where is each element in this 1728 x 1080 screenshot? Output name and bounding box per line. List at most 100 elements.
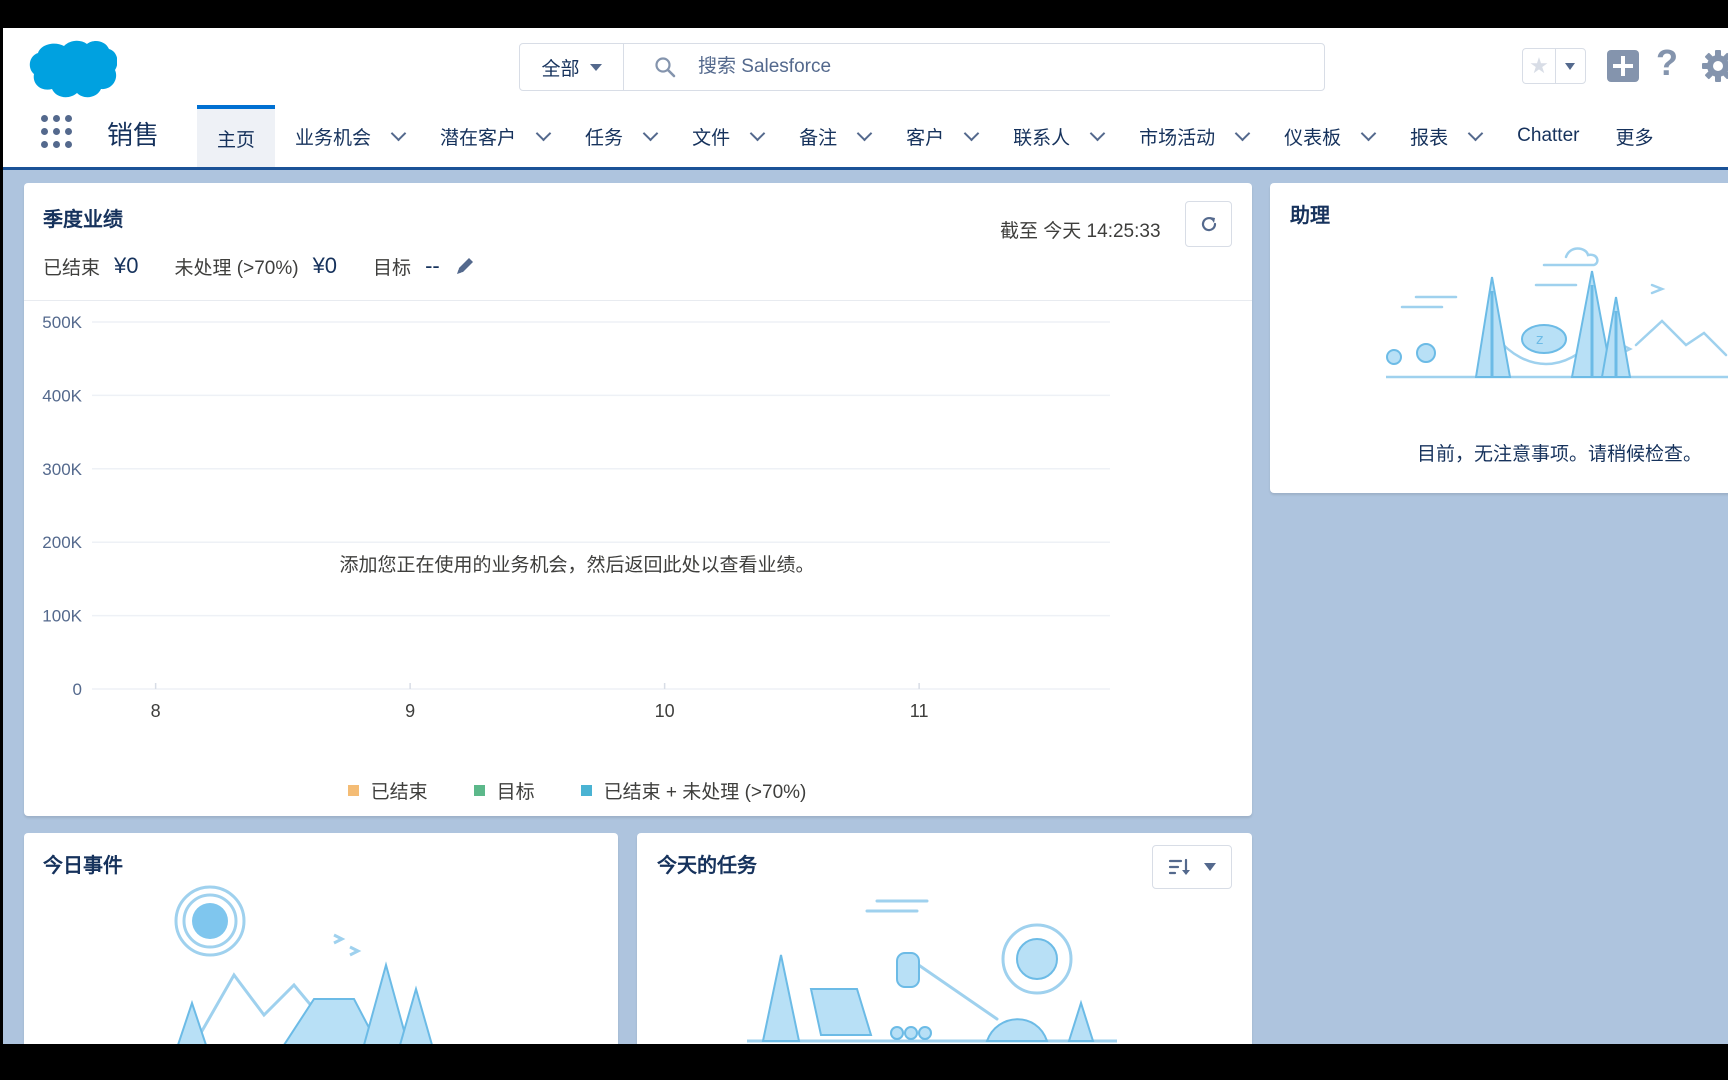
star-icon[interactable]: ★ — [1523, 49, 1556, 83]
hammock-illustration: z — [1386, 247, 1728, 379]
nav-tab[interactable]: 任务 — [565, 105, 672, 167]
sort-icon — [1168, 858, 1190, 875]
help-icon[interactable]: ? — [1656, 42, 1678, 84]
nav-tab-label: 备注 — [799, 127, 838, 149]
nav-tab-label: 文件 — [692, 127, 731, 149]
goal-value: -- — [425, 253, 440, 278]
todays-events-card: 今日事件 — [24, 833, 618, 1044]
open-label: 未处理 (>70%) — [174, 257, 299, 279]
app-name: 销售 — [107, 120, 160, 150]
y-tick-label: 0 — [73, 680, 82, 699]
app-viewport: 全部 ★ ? — [3, 28, 1728, 1044]
nav-tab-label: 仪表板 — [1284, 127, 1342, 149]
nav-tab-label: 业务机会 — [295, 127, 372, 149]
chevron-down-icon[interactable] — [390, 125, 407, 141]
nav-tab-label: 客户 — [906, 127, 945, 149]
x-tick-label: 11 — [910, 701, 929, 721]
nav-tab-label: 任务 — [585, 127, 624, 149]
refresh-button[interactable] — [1185, 201, 1232, 247]
assistant-empty-message: 目前，无注意事项。请稍候检查。 — [1417, 444, 1703, 465]
x-tick-label: 10 — [655, 701, 675, 721]
chevron-down-icon[interactable] — [1360, 125, 1377, 141]
beach-illustration — [747, 899, 1117, 1043]
closed-value: ¥0 — [114, 253, 139, 278]
nav-tab[interactable]: 仪表板 — [1264, 105, 1390, 167]
card-title: 助理 — [1290, 205, 1330, 227]
as-of-timestamp: 截至 今天 14:25:33 — [1000, 221, 1161, 242]
refresh-icon — [1201, 216, 1216, 232]
chevron-down-icon[interactable] — [749, 125, 766, 141]
nav-tab-label: 潜在客户 — [440, 127, 517, 149]
nav-tab[interactable]: Chatter — [1497, 105, 1595, 167]
camping-illustration — [174, 885, 433, 1044]
global-header: 全部 ★ ? — [3, 28, 1728, 105]
nav-tab[interactable]: 市场活动 — [1119, 105, 1264, 167]
legend-swatch — [347, 785, 359, 796]
global-search: 全部 — [519, 43, 1325, 91]
todays-tasks-card: 今天的任务 — [637, 833, 1252, 1044]
nav-tab-label: 更多 — [1615, 127, 1654, 149]
screen: 全部 ★ ? — [0, 0, 1728, 1080]
nav-tabs: 主页 业务机会 潜在客户 任务 文件 备注 客户 联系人 市场活动 仪表板 报表 Chatter 更多 — [197, 105, 1670, 167]
legend-label: 已结束 — [370, 782, 428, 803]
quarterly-performance-card: 季度业绩 截至 今天 14:25:33 已结束 ¥0 未处理 (>70%) ¥0… — [24, 183, 1252, 816]
card-title: 今天的任务 — [657, 855, 757, 877]
open-value: ¥0 — [312, 253, 338, 278]
chevron-down-icon[interactable] — [1234, 125, 1251, 141]
assistant-card: 助理 z 目前，无注意事项。请稍候检查。 — [1270, 183, 1728, 493]
y-tick-label: 100K — [42, 607, 82, 626]
legend-item: 已结束 — [347, 777, 428, 804]
x-tick-label: 8 — [151, 701, 161, 721]
search-scope-label: 全部 — [541, 58, 580, 80]
legend-item: 目标 — [473, 777, 535, 804]
nav-tab[interactable]: 主页 — [197, 105, 276, 167]
nav-tab[interactable]: 文件 — [672, 105, 779, 167]
caret-down-icon — [1565, 62, 1576, 70]
caret-down-icon — [589, 63, 602, 71]
app-nav-bar: 销售 主页 业务机会 潜在客户 任务 文件 备注 客户 联系人 市场活动 仪表板 报表 Chatter… — [3, 105, 1728, 170]
chevron-down-icon[interactable] — [1089, 125, 1106, 141]
chevron-down-icon[interactable] — [856, 125, 873, 141]
x-tick-label: 9 — [405, 701, 415, 721]
legend-label: 已结束 + 未处理 (>70%) — [603, 782, 807, 803]
add-icon[interactable] — [1607, 50, 1639, 82]
y-tick-label: 300K — [42, 460, 82, 479]
nav-tab[interactable]: 业务机会 — [275, 105, 420, 167]
nav-tab[interactable]: 潜在客户 — [420, 105, 565, 167]
y-tick-label: 400K — [42, 386, 82, 405]
gear-icon[interactable] — [1700, 48, 1728, 84]
performance-summary: 已结束 ¥0 未处理 (>70%) ¥0 目标 -- — [43, 251, 476, 281]
chevron-down-icon[interactable] — [642, 125, 659, 141]
nav-tab-label: 市场活动 — [1139, 127, 1216, 149]
chart-empty-message: 添加您正在使用的业务机会，然后返回此处以查看业绩。 — [339, 555, 815, 576]
nav-tab[interactable]: 联系人 — [993, 105, 1119, 167]
card-title: 今日事件 — [43, 855, 123, 877]
caret-down-icon — [1204, 863, 1216, 871]
performance-chart: 0100K200K300K400K500K8 9 10 11 — [42, 313, 1110, 721]
nav-tab[interactable]: 客户 — [886, 105, 993, 167]
legend-swatch — [580, 785, 592, 796]
card-title: 季度业绩 — [43, 209, 123, 231]
search-input[interactable] — [698, 56, 1198, 78]
legend-swatch — [473, 785, 485, 796]
favorites-menu-button[interactable] — [1556, 49, 1585, 83]
nav-tab-label: Chatter — [1517, 125, 1580, 146]
app-launcher-icon[interactable] — [41, 115, 75, 149]
legend-item: 已结束 + 未处理 (>70%) — [580, 777, 807, 804]
tasks-filter-button[interactable] — [1152, 845, 1232, 889]
favorites-group: ★ — [1522, 48, 1586, 84]
nav-tab[interactable]: 报表 — [1390, 105, 1497, 167]
nav-tab[interactable]: 备注 — [779, 105, 886, 167]
nav-tab-label: 主页 — [217, 129, 256, 151]
nav-tab-label: 联系人 — [1013, 127, 1071, 149]
search-scope-select[interactable]: 全部 — [520, 44, 624, 90]
chevron-down-icon[interactable] — [535, 125, 552, 141]
salesforce-cloud-logo[interactable] — [27, 38, 117, 102]
edit-pencil-icon[interactable] — [454, 255, 476, 277]
search-icon — [655, 57, 676, 78]
nav-tab-label: 报表 — [1410, 127, 1449, 149]
nav-tab[interactable]: 更多 — [1595, 105, 1669, 167]
chevron-down-icon[interactable] — [1467, 125, 1484, 141]
chart-legend: 已结束 目标 已结束 + 未处理 (>70%) — [24, 777, 1130, 804]
chevron-down-icon[interactable] — [963, 125, 980, 141]
